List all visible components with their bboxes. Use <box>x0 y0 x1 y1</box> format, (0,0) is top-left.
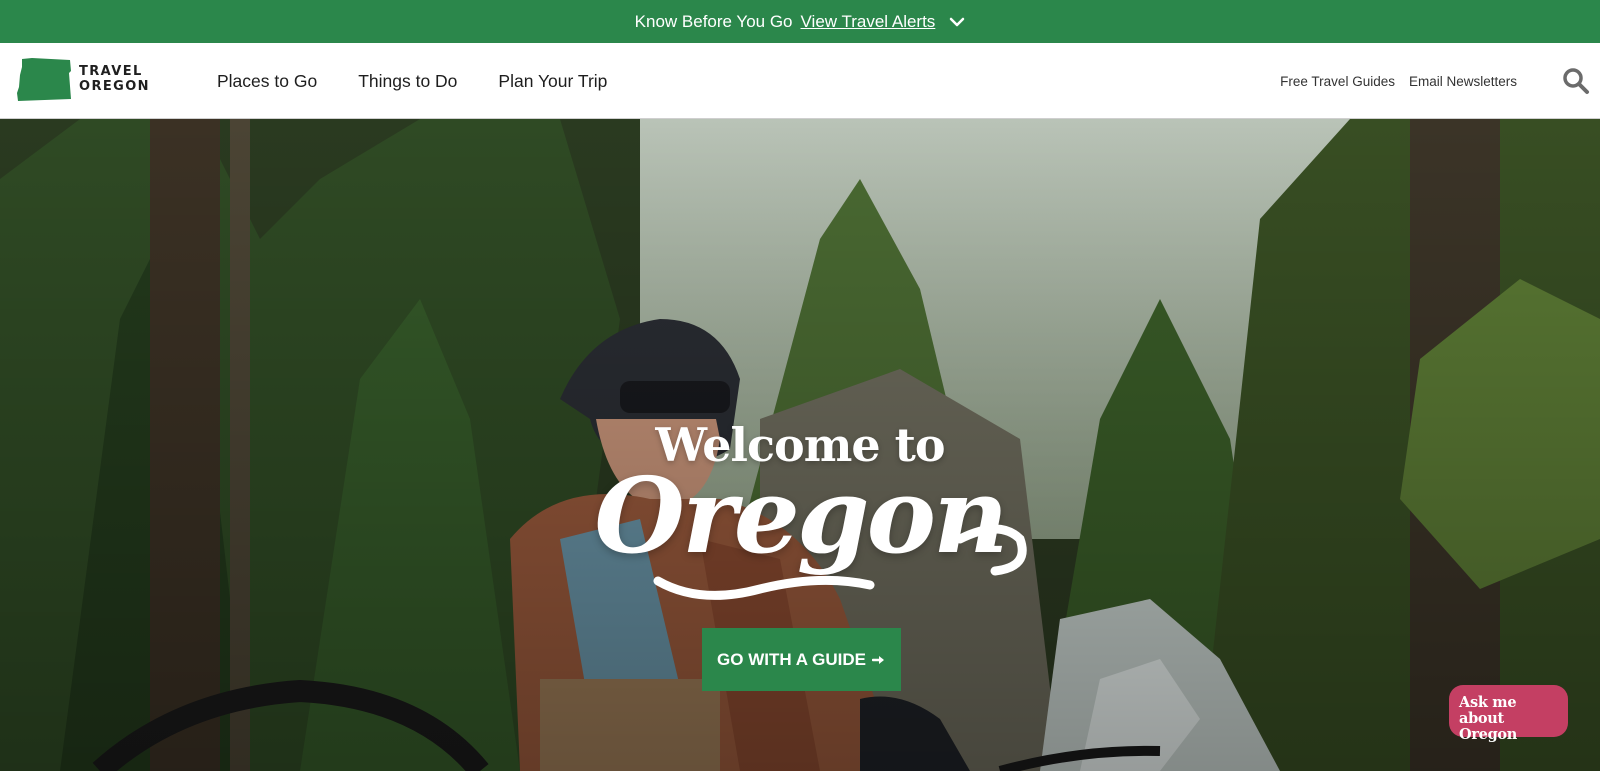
oregon-state-icon <box>17 58 71 101</box>
nav-plan-your-trip[interactable]: Plan Your Trip <box>498 71 607 92</box>
chevron-down-icon[interactable] <box>949 16 965 28</box>
ask-me-chat-button[interactable]: Ask me about Oregon <box>1449 685 1568 743</box>
nav-things-to-do[interactable]: Things to Do <box>358 71 457 92</box>
oregon-heading: Oregon <box>594 454 1008 577</box>
nav-places-to-go[interactable]: Places to Go <box>217 71 317 92</box>
main-nav: Places to Go Things to Do Plan Your Trip <box>217 43 607 119</box>
travel-oregon-logo[interactable]: TRAVEL OREGON <box>16 57 150 101</box>
go-with-a-guide-button[interactable]: GO WITH A GUIDE <box>702 628 901 691</box>
alert-bar: Know Before You Go View Travel Alerts <box>0 0 1600 43</box>
chat-line-2: about Oregon <box>1459 710 1518 743</box>
search-icon[interactable] <box>1562 67 1590 95</box>
utility-nav: Free Travel Guides Email Newsletters <box>1280 43 1517 119</box>
arrow-right-icon <box>871 655 884 664</box>
logo-text: TRAVEL OREGON <box>79 64 150 94</box>
free-travel-guides-link[interactable]: Free Travel Guides <box>1280 74 1395 89</box>
email-newsletters-link[interactable]: Email Newsletters <box>1409 74 1517 89</box>
logo-line-2: OREGON <box>79 79 150 94</box>
chat-line-1: Ask me <box>1459 694 1517 711</box>
hero-section: Welcome to Oregon GO WITH A GUIDE Ask me… <box>0 119 1600 771</box>
cta-label: GO WITH A GUIDE <box>717 649 866 669</box>
view-travel-alerts-link[interactable]: View Travel Alerts <box>801 12 936 32</box>
alert-text: Know Before You Go <box>634 11 793 31</box>
site-header: TRAVEL OREGON Places to Go Things to Do … <box>0 43 1600 119</box>
logo-line-1: TRAVEL <box>79 64 143 79</box>
